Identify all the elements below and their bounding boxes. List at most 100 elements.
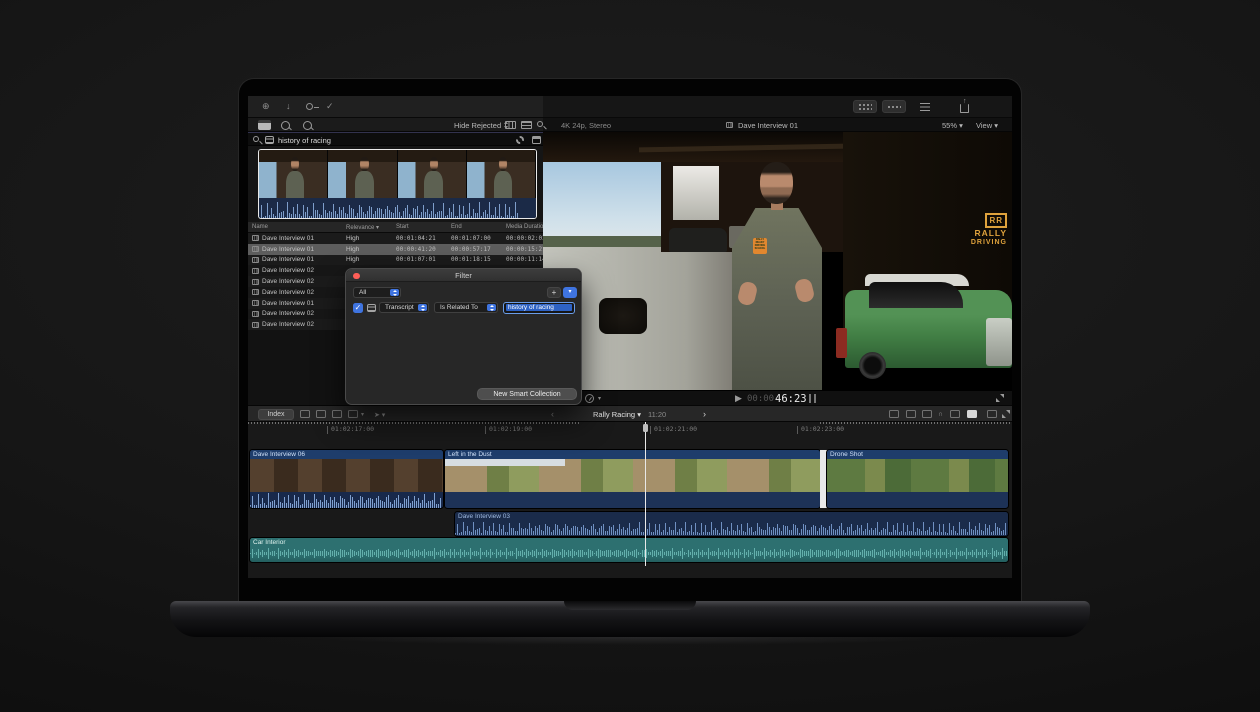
key-icon[interactable] <box>306 103 313 110</box>
keyword-editor-icon[interactable] <box>281 121 290 130</box>
add-rule-menu-button[interactable]: ▾ <box>563 287 577 298</box>
inspector-icon[interactable] <box>920 103 930 111</box>
top-toolbar: ⊕ ↓ ✓ <box>248 96 1012 118</box>
sky-strip <box>445 459 565 466</box>
filmstrip-thumb <box>467 150 536 198</box>
audio-meters-icon[interactable] <box>809 394 816 403</box>
trim-align-icon[interactable] <box>889 410 899 418</box>
window-toggle-icon[interactable] <box>532 136 541 144</box>
clapper-icon[interactable] <box>258 120 271 130</box>
column-header-end[interactable]: End <box>451 224 506 230</box>
rule-value-input[interactable]: history of racing <box>503 302 575 314</box>
stepper-icon <box>487 304 496 311</box>
timecode-prefix: 00:00 <box>747 394 774 404</box>
list-view-icon[interactable] <box>521 121 532 129</box>
rally-car-window <box>869 282 963 308</box>
stepper-icon <box>390 289 399 296</box>
filter-dialog: Filter All + ▾ ✓ Transcript Is Related T… <box>345 268 582 405</box>
rule-checkbox[interactable]: ✓ <box>353 303 363 313</box>
rule-type-popup[interactable]: Transcript <box>379 302 429 313</box>
interview-subject <box>285 157 305 198</box>
background-tasks-icon[interactable]: ✓ <box>326 102 334 111</box>
gear-icon[interactable] <box>516 136 524 144</box>
connect-edit-icon[interactable] <box>300 410 310 418</box>
share-icon[interactable] <box>960 104 969 113</box>
clip-waveform <box>250 492 443 508</box>
clip-icon <box>252 257 259 263</box>
rr-logo: RR <box>985 213 1007 228</box>
append-edit-icon[interactable] <box>332 410 342 418</box>
keyword-shortcuts-icon[interactable] <box>303 121 312 130</box>
import-icon[interactable]: ↓ <box>286 102 291 111</box>
filmstrip-view-icon[interactable] <box>505 121 516 129</box>
match-popup[interactable]: All <box>353 287 401 298</box>
timeline-clip-video[interactable]: Dave Interview 06 <box>250 450 443 508</box>
timeline-clip-music[interactable]: Car Interior <box>250 538 1008 562</box>
table-row[interactable]: Dave Interview 01 High00:01:04:2100:01:0… <box>248 233 543 244</box>
project-name-popup[interactable]: Rally Racing ▾ <box>593 410 641 419</box>
table-row-selected[interactable]: Dave Interview 01 High00:00:41:2000:00:5… <box>248 244 543 255</box>
table-row[interactable]: Dave Interview 01 High00:01:07:0100:01:1… <box>248 255 543 266</box>
fcp-window: ⊕ ↓ ✓ Hide Rejected 4K 24p, Stereo <box>248 96 1012 578</box>
new-smart-collection-button[interactable]: New Smart Collection <box>477 388 577 400</box>
transcript-icon <box>367 304 376 312</box>
render-dots <box>248 422 580 424</box>
column-header-name[interactable]: Name <box>252 224 346 230</box>
dialog-titlebar[interactable]: Filter <box>346 269 581 282</box>
selected-filmstrip[interactable] <box>258 149 537 219</box>
close-icon[interactable] <box>353 273 360 280</box>
playhead-handle[interactable] <box>643 424 648 432</box>
filmstrip-audio-waveform <box>259 198 536 219</box>
playhead[interactable] <box>645 422 646 566</box>
dialog-title: Filter <box>455 271 472 280</box>
search-icon[interactable] <box>537 121 543 127</box>
interview-subject <box>493 157 513 198</box>
previous-project-icon[interactable]: ‹ <box>551 410 554 419</box>
grid-view-button[interactable] <box>853 100 877 113</box>
skimming-icon[interactable] <box>987 410 997 418</box>
clip-appearance-icon[interactable] <box>967 410 977 418</box>
timeline-fullscreen-icon[interactable] <box>1002 410 1010 418</box>
timeline-toolbar: Index ▾ ➤ ▾ ‹ Rally Racing ▾ 11:20 › ∩ <box>248 405 1012 422</box>
index-button[interactable]: Index <box>258 409 294 420</box>
engine-block <box>599 298 647 334</box>
zoom-level-popup[interactable]: 55% ▾ <box>942 121 963 130</box>
fullscreen-icon[interactable] <box>996 394 1004 402</box>
column-header-duration[interactable]: Media Duration <box>506 224 547 230</box>
solo-icon[interactable] <box>950 410 960 418</box>
search-input[interactable]: history of racing <box>278 136 331 145</box>
add-icon[interactable]: ⊕ <box>262 102 270 111</box>
clip-icon <box>252 322 259 328</box>
audio-monitor-icon[interactable]: ∩ <box>938 410 943 419</box>
view-popup[interactable]: View ▾ <box>976 121 998 130</box>
timeline-clip-video[interactable]: Drone Shot <box>827 450 1008 508</box>
rule-condition-popup[interactable]: Is Related To <box>434 302 498 313</box>
add-rule-button[interactable]: + <box>547 287 561 298</box>
table-header[interactable]: Name Relevance ▾ Start End Media Duratio… <box>248 222 543 233</box>
chevron-down-icon[interactable]: ▾ <box>361 411 364 420</box>
overwrite-edit-icon[interactable] <box>348 410 358 418</box>
playback-settings-icon[interactable] <box>585 394 594 403</box>
hide-rejected-popup[interactable]: Hide Rejected <box>454 121 509 130</box>
tool-select-icon[interactable]: ➤ ▾ <box>374 411 385 420</box>
timeline-clip-audio[interactable]: Dave Interview 03 <box>455 512 1008 536</box>
play-icon[interactable]: ▶ <box>735 394 742 403</box>
filmstrip-thumbnails <box>259 150 536 198</box>
timeline-clip-video[interactable]: Left in the Dust <box>445 450 820 508</box>
rally-car-wheel <box>859 352 886 379</box>
subject-head <box>760 162 793 204</box>
trim-end-icon[interactable] <box>922 410 932 418</box>
desktop-background: ⊕ ↓ ✓ Hide Rejected 4K 24p, Stereo <box>0 0 1260 712</box>
search-bar[interactable]: history of racing <box>248 132 543 146</box>
viewer-title: Dave Interview 01 <box>738 121 798 130</box>
trim-start-icon[interactable] <box>906 410 916 418</box>
column-header-relevance[interactable]: Relevance ▾ <box>346 224 396 231</box>
column-header-start[interactable]: Start <box>396 224 451 230</box>
grid-view-icon <box>858 103 872 111</box>
next-project-icon[interactable]: › <box>703 410 706 419</box>
clip-waveform <box>250 548 1008 559</box>
gap-clip[interactable] <box>820 450 827 508</box>
list-view-button[interactable] <box>882 100 906 113</box>
insert-edit-icon[interactable] <box>316 410 326 418</box>
clip-thumbnails <box>250 459 443 492</box>
